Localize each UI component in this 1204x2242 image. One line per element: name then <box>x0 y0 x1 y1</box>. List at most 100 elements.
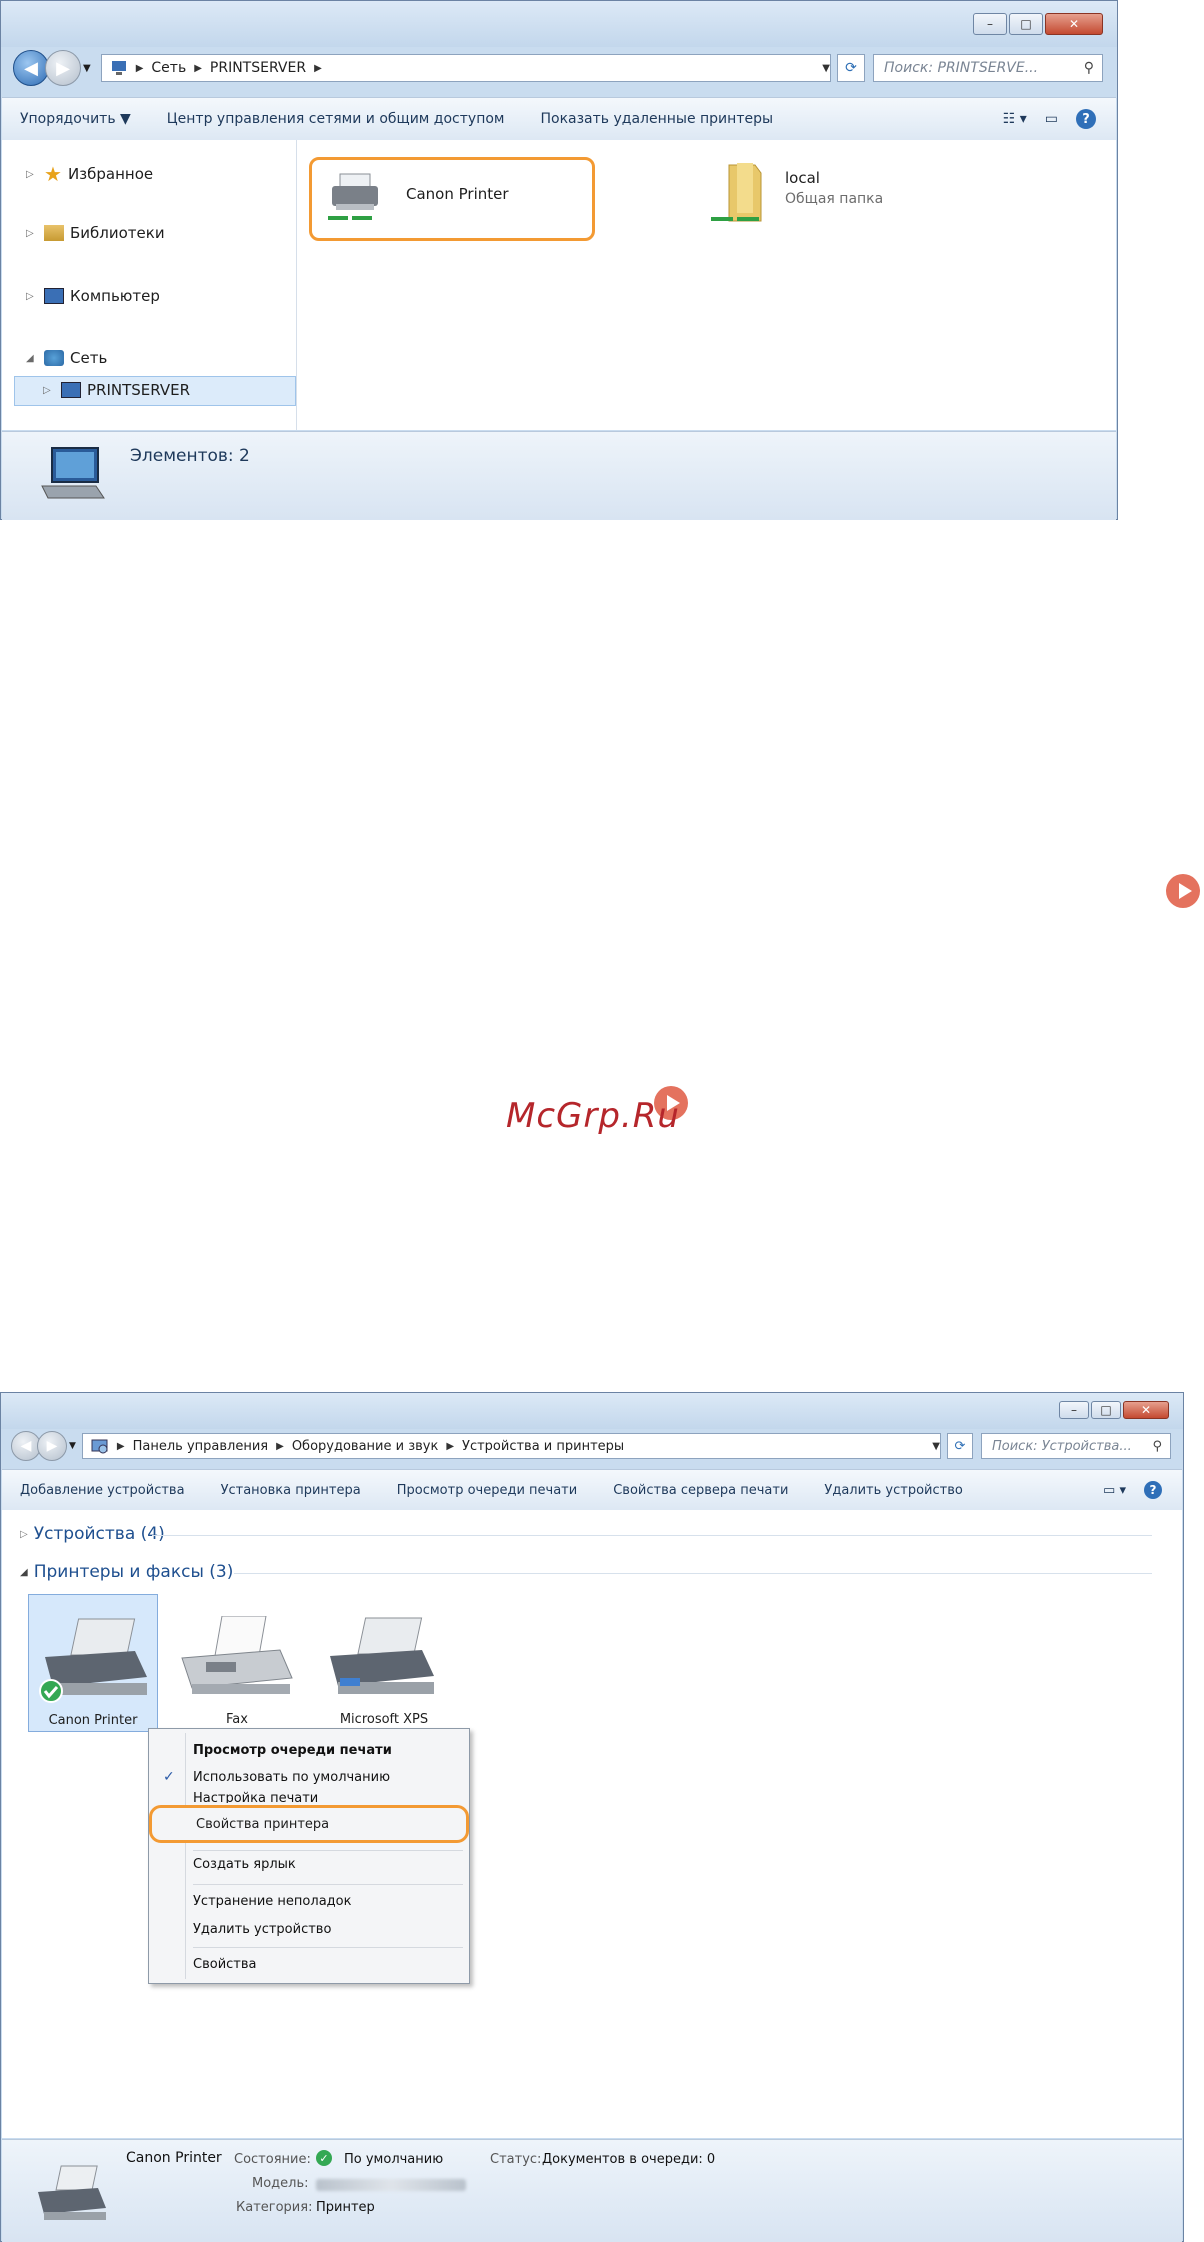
refresh-icon[interactable]: ⟳ <box>837 54 865 82</box>
printer-item-highlight[interactable]: Canon Printer <box>309 157 595 241</box>
group-divider <box>152 1535 1152 1536</box>
nav-item-network[interactable]: ◢ Сеть <box>26 349 107 367</box>
item-count: Элементов: 2 <box>130 446 250 466</box>
group-devices[interactable]: ▷ Устройства (4) <box>20 1524 165 1544</box>
minimize-button[interactable]: – <box>973 13 1007 35</box>
breadcrumb-network[interactable]: Сеть <box>151 60 186 76</box>
group-printers[interactable]: ◢ Принтеры и факсы (3) <box>20 1562 233 1582</box>
refresh-icon[interactable]: ⟳ <box>947 1433 973 1459</box>
menu-separator <box>193 1947 463 1948</box>
printer-fax-tile[interactable]: Fax <box>172 1594 302 1732</box>
expand-arrow-icon: ▷ <box>20 1528 28 1540</box>
search-input[interactable]: Поиск: PRINTSERVE... ⚲ <box>873 54 1103 82</box>
computer-icon <box>41 447 105 499</box>
detail-category-label: Категория: <box>236 2200 313 2215</box>
context-menu: Просмотр очереди печати ✓ Использовать п… <box>148 1728 470 1984</box>
watermark-text: McGrp.Ru <box>506 1096 680 1136</box>
address-bar[interactable]: ▶ Панель управления ▶ Оборудование и зву… <box>81 1433 941 1459</box>
search-placeholder: Поиск: Устройства... <box>992 1438 1132 1454</box>
menu-separator <box>193 1850 463 1851</box>
address-dropdown-icon[interactable]: ▼ <box>932 1441 940 1452</box>
search-input[interactable]: Поиск: Устройства... ⚲ <box>981 1433 1171 1459</box>
nav-item-computer[interactable]: ▷ Компьютер <box>26 287 160 305</box>
navigation-row: ◀ ▶ ▼ ▶ Панель управления ▶ Оборудование… <box>11 1431 1171 1461</box>
history-dropdown-icon[interactable]: ▼ <box>69 1441 76 1451</box>
menu-item-view-queue[interactable]: Просмотр очереди печати <box>193 1743 392 1758</box>
menu-item-remove-device[interactable]: Удалить устройство <box>193 1922 331 1937</box>
content-pane: Canon Printer local Общая папка <box>297 140 1116 430</box>
menu-item-troubleshoot[interactable]: Устранение неполадок <box>193 1894 351 1909</box>
computer-icon <box>44 288 64 304</box>
remove-device-button[interactable]: Удалить устройство <box>806 1483 980 1498</box>
details-pane: Элементов: 2 <box>2 431 1116 520</box>
detail-model-label: Модель: <box>252 2176 309 2191</box>
view-options-icon[interactable]: ▭ ▾ <box>1103 1483 1126 1498</box>
minimize-button[interactable]: – <box>1059 1401 1089 1419</box>
nav-item-libraries[interactable]: ▷ Библиотеки <box>26 224 165 242</box>
address-bar[interactable]: ▶ Сеть ▶ PRINTSERVER ▶ ▼ <box>100 54 831 82</box>
library-icon <box>44 225 64 241</box>
printer-icon <box>39 1618 147 1703</box>
printer-xps-tile[interactable]: Microsoft XPS <box>314 1594 454 1732</box>
control-panel-icon <box>91 1439 108 1454</box>
folder-name-label: local <box>785 169 820 187</box>
printer-canon-tile[interactable]: Canon Printer <box>28 1594 158 1732</box>
maximize-button[interactable]: □ <box>1009 13 1043 35</box>
menu-item-create-shortcut[interactable]: Создать ярлык <box>193 1857 296 1872</box>
next-step-play-icon[interactable] <box>1166 874 1200 908</box>
network-icon <box>111 61 126 75</box>
group-divider <box>234 1573 1152 1574</box>
view-options-icon[interactable]: ☷ ▾ <box>1003 111 1027 127</box>
close-button[interactable]: ✕ <box>1045 13 1103 35</box>
address-dropdown-icon[interactable]: ▼ <box>822 63 830 74</box>
menu-gutter-divider <box>185 1733 186 1979</box>
menu-item-set-default[interactable]: Использовать по умолчанию <box>193 1770 390 1785</box>
network-center-button[interactable]: Центр управления сетями и общим доступом <box>149 111 523 127</box>
nav-label: Сеть <box>70 349 108 367</box>
detail-printer-name: Canon Printer <box>126 2150 222 2166</box>
breadcrumb-devices-printers[interactable]: Устройства и принтеры <box>462 1439 624 1454</box>
printer-canon-label: Canon Printer <box>48 1713 138 1728</box>
maximize-button[interactable]: □ <box>1091 1401 1121 1419</box>
shared-folder-item[interactable]: local Общая папка <box>707 157 967 237</box>
add-device-button[interactable]: Добавление устройства <box>2 1483 203 1498</box>
detail-status-value: Документов в очереди: 0 <box>542 2152 716 2167</box>
menu-item-properties[interactable]: Свойства <box>193 1957 257 1972</box>
navigation-pane: ▷ ★ Избранное ▷ Библиотеки ▷ Компьютер ◢ … <box>2 140 297 430</box>
show-remote-printers-button[interactable]: Показать удаленные принтеры <box>522 111 791 127</box>
nav-label: Компьютер <box>70 287 160 305</box>
back-arrow-icon[interactable]: ◀ <box>13 50 49 86</box>
help-icon[interactable]: ? <box>1076 109 1096 129</box>
preview-pane-icon[interactable]: ▭ <box>1045 111 1058 127</box>
detail-category-value: Принтер <box>316 2200 375 2215</box>
organize-button[interactable]: Упорядочить ▼ <box>2 111 149 127</box>
view-queue-button[interactable]: Просмотр очереди печати <box>379 1483 595 1498</box>
detail-model-value-blurred <box>316 2179 466 2191</box>
server-properties-button[interactable]: Свойства сервера печати <box>595 1483 806 1498</box>
breadcrumb-hardware-sound[interactable]: Оборудование и звук <box>292 1439 439 1454</box>
add-printer-button[interactable]: Установка принтера <box>203 1483 379 1498</box>
menu-item-print-preferences[interactable]: Настройка печати <box>193 1791 318 1803</box>
nav-item-favorites[interactable]: ▷ ★ Избранное <box>26 162 153 186</box>
help-icon[interactable]: ? <box>1144 1481 1162 1499</box>
command-bar: Упорядочить ▼ Центр управления сетями и … <box>2 97 1116 141</box>
search-icon: ⚲ <box>1083 60 1094 76</box>
nav-item-printserver-selected[interactable]: ▷ PRINTSERVER <box>14 376 296 406</box>
breadcrumb-printserver[interactable]: PRINTSERVER <box>210 60 306 76</box>
menu-item-printer-properties[interactable]: Свойства принтера <box>196 1817 329 1832</box>
star-icon: ★ <box>44 162 62 186</box>
network-printer-icon <box>328 173 378 220</box>
command-bar: Добавление устройства Установка принтера… <box>2 1469 1182 1511</box>
breadcrumb-control-panel[interactable]: Панель управления <box>133 1439 269 1454</box>
server-icon <box>61 382 81 398</box>
history-dropdown-icon[interactable]: ▼ <box>83 63 91 74</box>
menu-separator <box>193 1884 463 1885</box>
forward-arrow-icon[interactable]: ▶ <box>37 1431 67 1461</box>
printer-name-label: Canon Printer <box>406 185 509 203</box>
printer-xps-label: Microsoft XPS <box>339 1712 429 1727</box>
fax-icon <box>181 1616 293 1694</box>
menu-item-printer-properties-highlight[interactable]: Свойства принтера <box>149 1805 469 1843</box>
collapse-arrow-icon: ◢ <box>20 1566 28 1578</box>
close-button[interactable]: ✕ <box>1123 1401 1169 1419</box>
forward-arrow-icon[interactable]: ▶ <box>45 50 81 86</box>
